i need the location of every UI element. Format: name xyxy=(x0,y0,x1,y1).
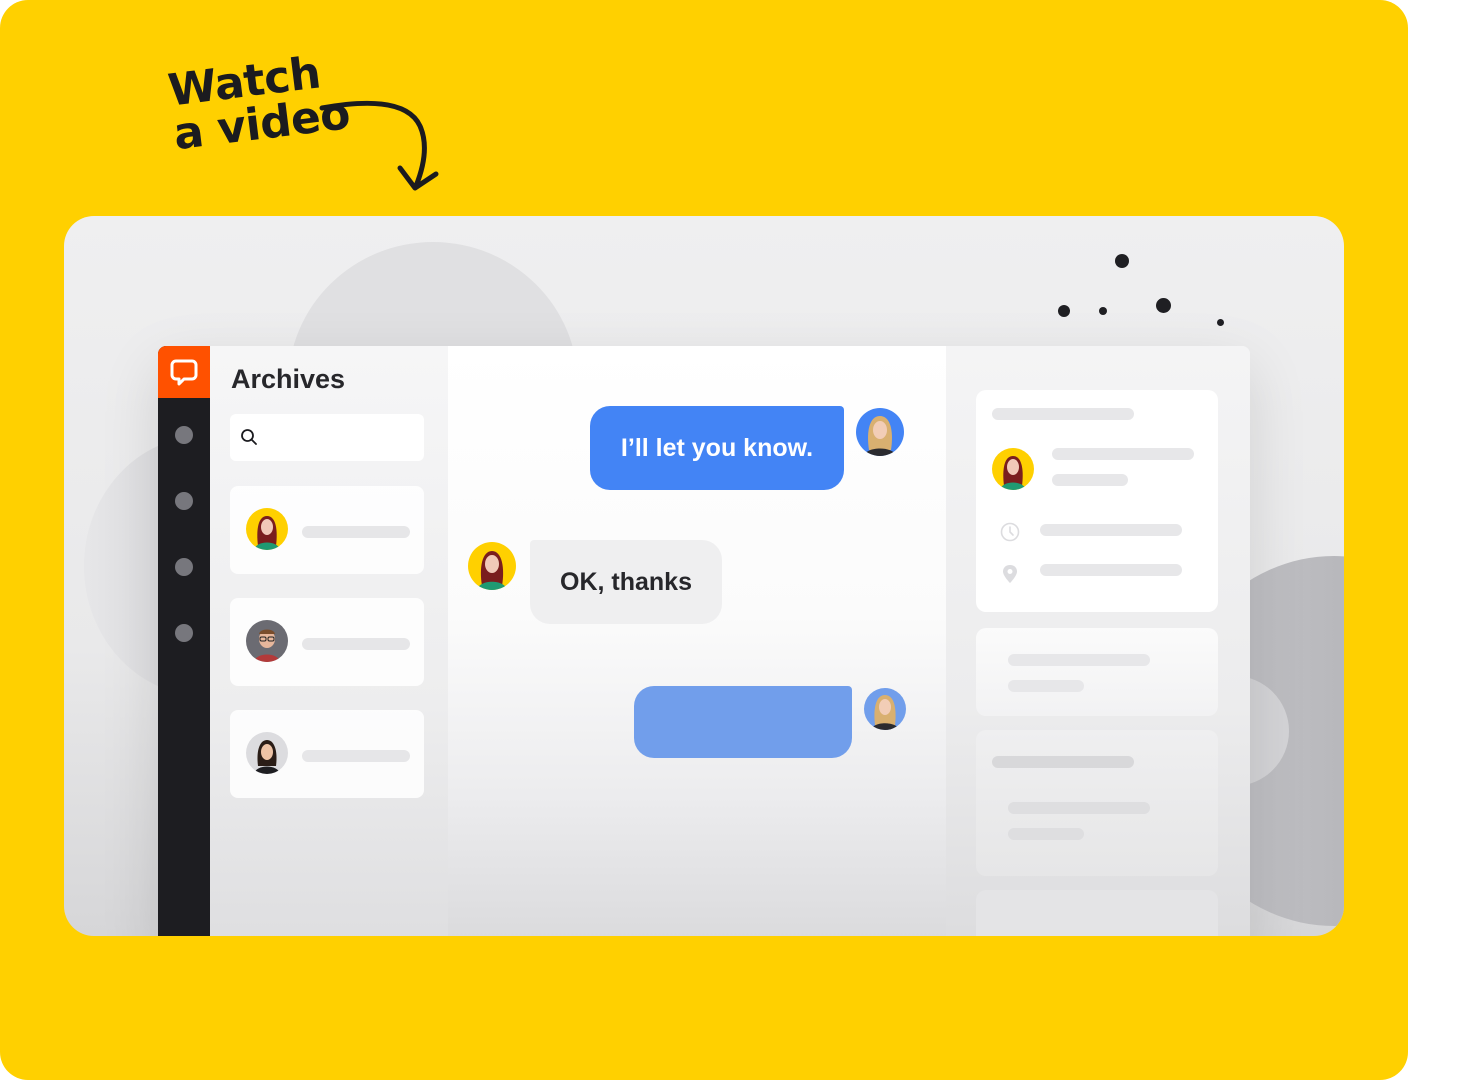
search-icon xyxy=(241,429,257,445)
avatar-bearded-man-glasses xyxy=(246,620,288,662)
nav-item-4[interactable] xyxy=(175,624,193,642)
avatar-dark-haired-woman xyxy=(246,732,288,774)
conversation-item[interactable] xyxy=(230,710,424,798)
avatar-red-haired-woman xyxy=(468,542,516,590)
archives-panel: Archives xyxy=(210,346,448,936)
customer-details-panel xyxy=(946,346,1250,936)
avatar-red-haired-woman xyxy=(246,508,288,550)
placeholder-line xyxy=(1008,802,1150,814)
nav-item-3[interactable] xyxy=(175,558,193,576)
placeholder-line xyxy=(992,408,1134,420)
placeholder-line xyxy=(1008,680,1084,692)
agent-avatar xyxy=(856,408,904,456)
details-card xyxy=(976,890,1218,936)
agent-avatar xyxy=(864,688,906,730)
search-input[interactable] xyxy=(264,422,414,452)
app-logo[interactable] xyxy=(158,346,210,398)
message-outgoing-typing xyxy=(634,686,852,758)
decorative-dot xyxy=(1058,305,1070,317)
search-field[interactable] xyxy=(230,414,424,461)
conversation-item[interactable] xyxy=(230,486,424,574)
conversation-preview-placeholder xyxy=(302,526,410,538)
details-card xyxy=(976,628,1218,716)
placeholder-line xyxy=(1040,564,1182,576)
clock-icon xyxy=(1000,522,1020,542)
placeholder-line xyxy=(1008,654,1150,666)
decorative-dot xyxy=(1156,298,1171,313)
location-pin-icon xyxy=(1003,565,1017,583)
placeholder-line xyxy=(1052,448,1194,460)
conversation-preview-placeholder xyxy=(302,638,410,650)
details-card xyxy=(976,730,1218,876)
avatar-blonde-agent xyxy=(864,688,906,730)
decorative-dot xyxy=(1115,254,1129,268)
nav-rail xyxy=(158,346,210,936)
chat-area: I’ll let you know. OK, thanks xyxy=(448,346,946,936)
archives-title: Archives xyxy=(231,364,346,394)
placeholder-line xyxy=(1052,474,1128,486)
avatar-blonde-agent xyxy=(856,408,904,456)
video-preview-stage[interactable]: Archives I’ll let you know. OK, thanks xyxy=(64,216,1344,936)
promo-card: Watch a video Archives I’ll let you know… xyxy=(0,0,1408,1080)
placeholder-line xyxy=(1008,828,1084,840)
customer-info-card xyxy=(976,390,1218,612)
placeholder-line xyxy=(1040,524,1182,536)
curved-arrow-down-icon xyxy=(319,100,439,191)
message-outgoing: I’ll let you know. xyxy=(590,406,844,490)
nav-item-1[interactable] xyxy=(175,426,193,444)
decorative-dot xyxy=(1099,307,1107,315)
conversation-item[interactable] xyxy=(230,598,424,686)
placeholder-line xyxy=(992,756,1134,768)
message-incoming: OK, thanks xyxy=(530,540,722,624)
avatar-red-haired-woman xyxy=(992,448,1034,490)
conversation-preview-placeholder xyxy=(302,750,410,762)
chat-bubble-logo-icon xyxy=(170,359,198,386)
customer-avatar xyxy=(468,542,516,590)
nav-item-2[interactable] xyxy=(175,492,193,510)
decorative-dot xyxy=(1217,319,1224,326)
app-window: Archives I’ll let you know. OK, thanks xyxy=(158,346,1250,936)
